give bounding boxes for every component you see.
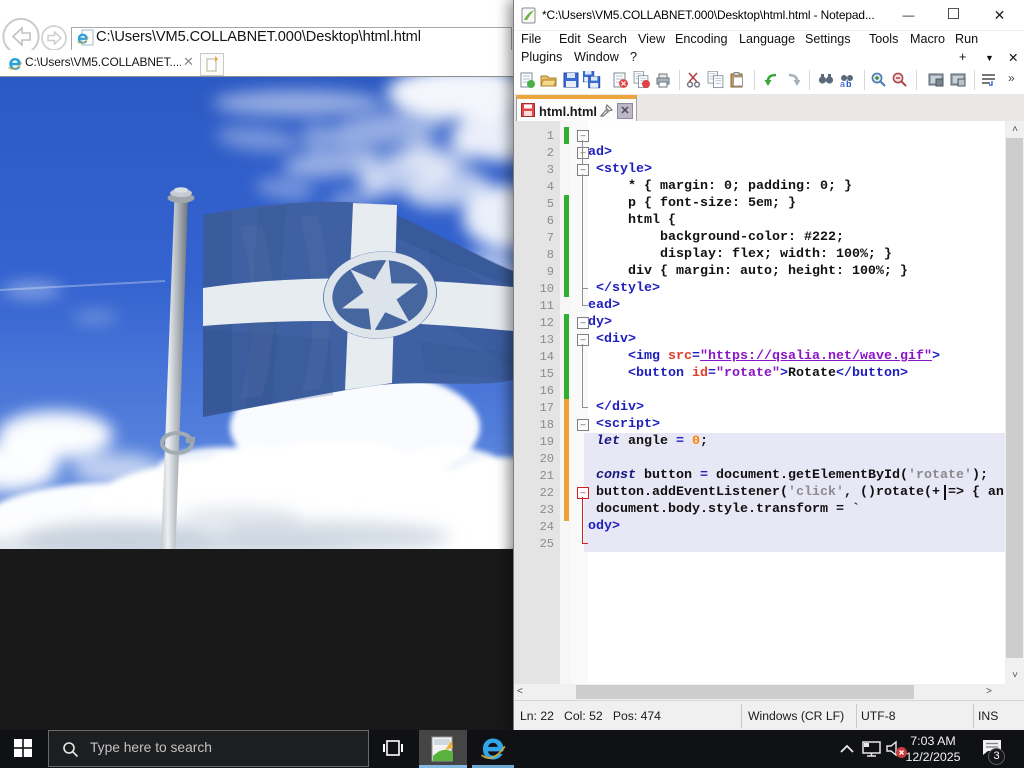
svg-text:a: a bbox=[840, 79, 845, 89]
svg-text:b: b bbox=[846, 79, 852, 89]
